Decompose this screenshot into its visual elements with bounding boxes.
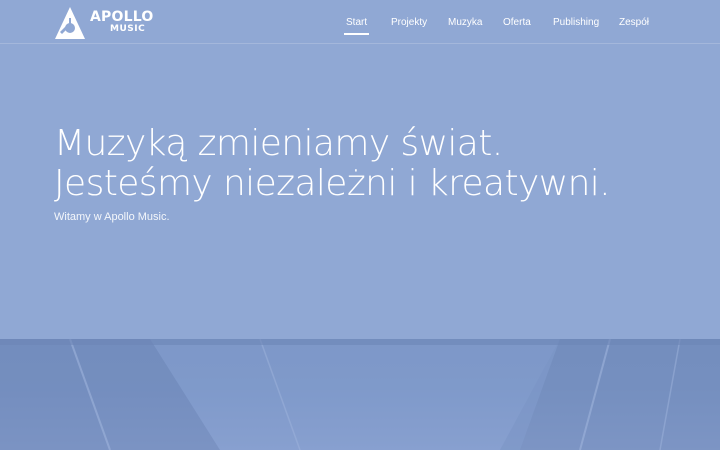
hero-section: Muzyką zmieniamy świat. Jesteśmy niezale… (54, 124, 694, 224)
nav-item-publishing[interactable]: Publishing (553, 16, 599, 30)
hero-headline-line-1: Muzyką zmieniamy świat. (54, 123, 503, 164)
nav-item-projekty[interactable]: Projekty (391, 16, 427, 30)
hero-headline-line-2: Jesteśmy niezależni i kreatywni. (54, 163, 611, 204)
nav-item-oferta[interactable]: Oferta (503, 16, 531, 30)
corridor-background-image (0, 339, 720, 450)
nav-item-zespol[interactable]: Zespół (619, 16, 649, 30)
background-image-band (0, 339, 720, 450)
main-nav: Start Projekty Muzyka Oferta Publishing … (0, 0, 720, 44)
nav-item-start[interactable]: Start (343, 16, 370, 35)
hero-subtitle: Witamy w Apollo Music. (54, 211, 170, 223)
site-header: APOLLO MUSIC Start Projekty Muzyka Ofert… (0, 0, 720, 44)
nav-item-muzyka[interactable]: Muzyka (448, 16, 482, 30)
